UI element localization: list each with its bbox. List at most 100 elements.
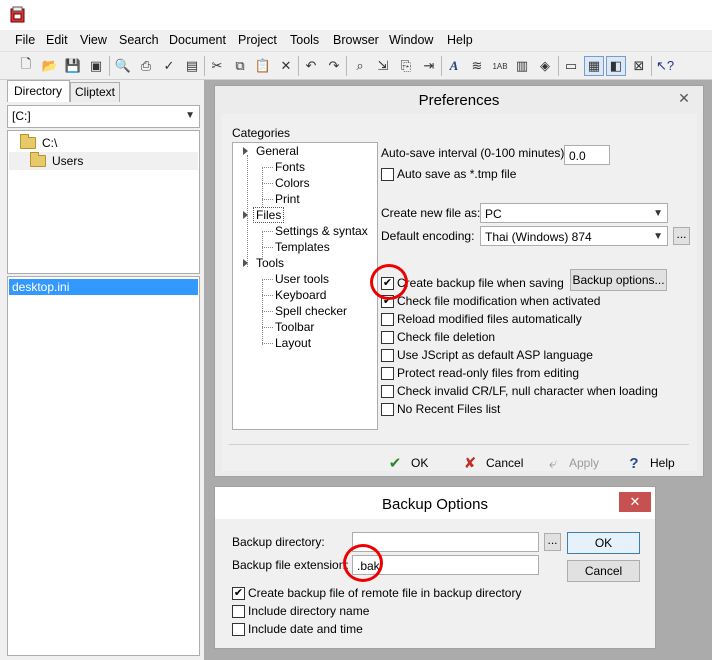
- category-files[interactable]: Files: [253, 207, 285, 223]
- expand-arrow-icon[interactable]: [243, 259, 248, 267]
- open-folder-icon[interactable]: 📂: [40, 56, 60, 76]
- help-button[interactable]: ? Help: [626, 452, 674, 474]
- context-help-icon[interactable]: ↖?: [655, 56, 675, 76]
- option-checkbox[interactable]: [381, 330, 394, 344]
- backup-option-checkbox[interactable]: [232, 622, 245, 636]
- category-colors[interactable]: Colors: [275, 176, 310, 190]
- backup-dir-input[interactable]: [352, 532, 539, 552]
- list-item[interactable]: desktop.ini: [9, 279, 198, 295]
- menu-file[interactable]: File: [15, 33, 35, 47]
- category-settings-syntax[interactable]: Settings & syntax: [275, 224, 368, 238]
- create-new-select[interactable]: PC ▼: [480, 203, 668, 223]
- category-layout[interactable]: Layout: [275, 336, 311, 350]
- category-print[interactable]: Print: [275, 192, 300, 206]
- menu-window[interactable]: Window: [389, 33, 433, 47]
- paste-icon[interactable]: 📋: [253, 56, 273, 76]
- menu-browser[interactable]: Browser: [333, 33, 379, 47]
- tree-item[interactable]: C:\: [20, 134, 57, 152]
- menu-help[interactable]: Help: [447, 33, 473, 47]
- drive-select[interactable]: [C:] ▼: [7, 105, 200, 128]
- category-fonts[interactable]: Fonts: [275, 160, 305, 174]
- directory-pane-icon[interactable]: ▦: [584, 56, 604, 76]
- backup-option-row[interactable]: Include directory name: [232, 603, 369, 619]
- category-toolbar[interactable]: Toolbar: [275, 320, 314, 334]
- option-checkbox[interactable]: [381, 384, 394, 398]
- copy-icon[interactable]: ⧉: [230, 56, 250, 76]
- close-icon[interactable]: ✕: [619, 492, 651, 512]
- encoding-more-button[interactable]: ...: [673, 227, 690, 245]
- option-row[interactable]: Use JScript as default ASP language: [381, 347, 593, 363]
- category-spell-checker[interactable]: Spell checker: [275, 304, 347, 318]
- option-checkbox[interactable]: [381, 348, 394, 362]
- option-row[interactable]: Check file deletion: [381, 329, 495, 345]
- spell-check-icon[interactable]: ✓: [159, 56, 179, 76]
- undo-icon[interactable]: ↶: [301, 56, 321, 76]
- word-wrap-icon[interactable]: ≋: [467, 56, 487, 76]
- option-row[interactable]: Reload modified files automatically: [381, 311, 582, 327]
- autosave-tmp-checkbox[interactable]: [381, 167, 394, 181]
- tag-icon[interactable]: ◈: [535, 56, 555, 76]
- output-pane-icon[interactable]: ◧: [606, 56, 626, 76]
- chevron-down-icon[interactable]: ▼: [185, 110, 195, 121]
- delete-icon[interactable]: ✕: [276, 56, 296, 76]
- category-templates[interactable]: Templates: [275, 240, 330, 254]
- tab-cliptext[interactable]: Cliptext: [70, 82, 120, 102]
- cancel-button[interactable]: ✘ Cancel: [462, 452, 524, 474]
- menu-search[interactable]: Search: [119, 33, 159, 47]
- category-user-tools[interactable]: User tools: [275, 272, 329, 286]
- preferences-icon[interactable]: ⊠: [629, 56, 649, 76]
- find-icon[interactable]: ⌕: [350, 56, 370, 76]
- category-keyboard[interactable]: Keyboard: [275, 288, 326, 302]
- save-all-icon[interactable]: ▣: [86, 56, 106, 76]
- option-checkbox[interactable]: [381, 312, 394, 326]
- menu-tools[interactable]: Tools: [290, 33, 319, 47]
- expand-arrow-icon[interactable]: [243, 211, 248, 219]
- chevron-down-icon[interactable]: ▼: [653, 208, 663, 219]
- autosave-input[interactable]: 0.0: [564, 145, 610, 165]
- option-row[interactable]: Protect read-only files from editing: [381, 365, 579, 381]
- apply-button[interactable]: ⤶ Apply: [545, 452, 599, 474]
- document-list-icon[interactable]: ▭: [561, 56, 581, 76]
- backup-cancel-button[interactable]: Cancel: [567, 560, 640, 582]
- backup-option-row[interactable]: ✔ Create backup file of remote file in b…: [232, 585, 521, 601]
- option-row[interactable]: No Recent Files list: [381, 401, 500, 417]
- backup-option-checkbox[interactable]: ✔: [232, 586, 245, 600]
- backup-options-button[interactable]: Backup options...: [570, 269, 667, 291]
- menu-project[interactable]: Project: [238, 33, 277, 47]
- backup-ok-button[interactable]: OK: [567, 532, 640, 554]
- chevron-down-icon[interactable]: ▼: [653, 231, 663, 242]
- column-icon[interactable]: ▥: [512, 56, 532, 76]
- save-icon[interactable]: 💾: [63, 56, 83, 76]
- menu-document[interactable]: Document: [169, 33, 226, 47]
- autosave-tmp-option[interactable]: Auto save as *.tmp file: [381, 166, 516, 182]
- option-checkbox[interactable]: [381, 366, 394, 380]
- font-icon[interactable]: A: [444, 56, 464, 76]
- tab-directory[interactable]: Directory: [7, 80, 70, 102]
- replace-icon[interactable]: ⎘: [396, 56, 416, 76]
- option-row[interactable]: Check invalid CR/LF, null character when…: [381, 383, 658, 399]
- option-row[interactable]: ✔ Create backup file when saving: [381, 275, 564, 291]
- print-icon[interactable]: ⎙: [136, 56, 156, 76]
- close-icon[interactable]: ✕: [669, 89, 699, 107]
- tree-item[interactable]: Users: [9, 152, 198, 170]
- redo-icon[interactable]: ↷: [324, 56, 344, 76]
- ok-button[interactable]: ✔ OK: [387, 452, 429, 474]
- new-file-icon[interactable]: 🗋: [16, 56, 36, 76]
- option-checkbox[interactable]: [381, 402, 394, 416]
- backup-option-row[interactable]: Include date and time: [232, 621, 363, 637]
- category-tools[interactable]: Tools: [256, 256, 284, 270]
- page-icon[interactable]: ▤: [182, 56, 202, 76]
- menu-view[interactable]: View: [80, 33, 107, 47]
- backup-option-checkbox[interactable]: [232, 604, 245, 618]
- menu-edit[interactable]: Edit: [46, 33, 68, 47]
- cut-icon[interactable]: ✂: [207, 56, 227, 76]
- encoding-select[interactable]: Thai (Windows) 874 ▼: [480, 226, 668, 246]
- expand-arrow-icon[interactable]: [243, 147, 248, 155]
- goto-icon[interactable]: ⇥: [419, 56, 439, 76]
- print-preview-icon[interactable]: 🔍: [113, 56, 133, 76]
- find-next-icon[interactable]: ⇲: [373, 56, 393, 76]
- hex-icon[interactable]: 1AB: [490, 56, 510, 76]
- option-row[interactable]: ✔ Check file modification when activated: [381, 293, 600, 309]
- backup-dir-browse-button[interactable]: ...: [544, 533, 561, 551]
- category-general[interactable]: General: [256, 144, 299, 158]
